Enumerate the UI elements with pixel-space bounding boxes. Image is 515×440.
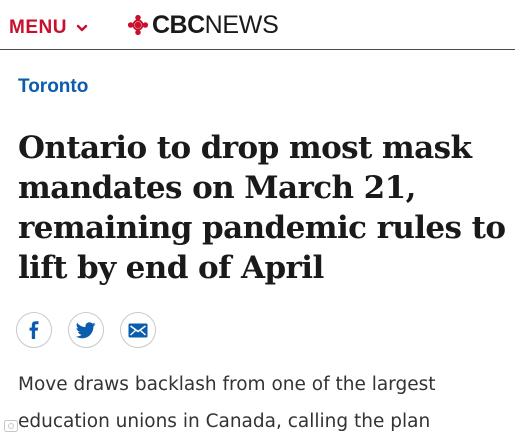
share-buttons [16, 312, 156, 348]
logo-cbc-text: CBC [152, 11, 205, 39]
menu-button[interactable]: MENU [9, 17, 88, 39]
cbc-gem-icon [127, 14, 149, 36]
section-link-toronto[interactable]: Toronto [18, 75, 88, 99]
chevron-down-icon [76, 24, 88, 32]
logo-news-text: NEWS [204, 11, 279, 39]
cbc-news-logo[interactable]: CBC NEWS [127, 10, 279, 40]
top-navigation-bar: MENU CBC NEWS [0, 0, 515, 50]
article-deck: Move draws backlash from one of the larg… [18, 374, 436, 432]
share-email-button[interactable] [120, 312, 156, 348]
facebook-icon [29, 321, 39, 339]
email-icon [128, 323, 148, 337]
share-facebook-button[interactable] [16, 312, 52, 348]
menu-label: MENU [9, 17, 67, 38]
watermark [4, 420, 18, 432]
article-headline: Ontario to drop most mask mandates on Ma… [18, 130, 506, 286]
watermark-logo-icon [4, 420, 18, 432]
twitter-icon [76, 321, 96, 338]
share-twitter-button[interactable] [68, 312, 104, 348]
